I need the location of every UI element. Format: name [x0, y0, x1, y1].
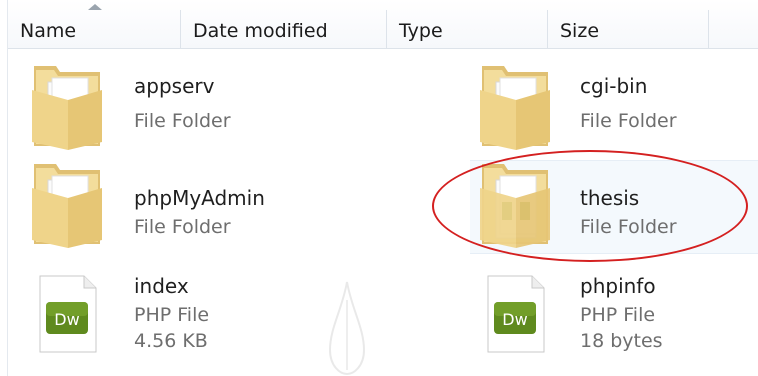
column-date-modified[interactable]: Date modified	[181, 0, 386, 48]
dw-icon-label: Dw	[502, 310, 527, 329]
item-name: phpinfo	[580, 274, 656, 298]
folder-icon	[480, 66, 550, 150]
item-size: 4.56 KB	[134, 330, 208, 352]
dreamweaver-file-icon: Dw	[39, 275, 97, 353]
item-name: index	[134, 274, 189, 298]
item-name: cgi-bin	[580, 74, 648, 98]
list-item[interactable]: phpMyAdmin File Folder	[30, 158, 330, 250]
watermark-shape	[328, 281, 366, 376]
sort-ascending-icon	[88, 4, 102, 10]
left-edge	[0, 0, 8, 376]
folder-icon	[32, 66, 102, 150]
list-item[interactable]: Dw index PHP File 4.56 KB	[30, 268, 310, 360]
list-item[interactable]: cgi-bin File Folder	[478, 60, 738, 152]
list-item[interactable]: Dw phpinfo PHP File 18 bytes	[478, 268, 738, 360]
item-type: PHP File	[580, 304, 656, 326]
item-type: File Folder	[134, 216, 231, 238]
folder-icon	[32, 164, 102, 248]
item-size: 18 bytes	[580, 330, 663, 352]
column-size[interactable]: Size	[548, 0, 708, 48]
column-size-label: Size	[560, 20, 600, 42]
item-type: PHP File	[134, 304, 210, 326]
column-type[interactable]: Type	[387, 0, 547, 48]
item-type: File Folder	[580, 110, 677, 132]
list-item[interactable]: appserv File Folder	[30, 60, 290, 152]
item-name: phpMyAdmin	[134, 186, 265, 210]
column-divider[interactable]	[708, 10, 709, 48]
column-name-label: Name	[20, 20, 77, 42]
column-header-bar: Name Date modified Type Size	[8, 0, 758, 49]
column-date-modified-label: Date modified	[193, 20, 328, 42]
dw-icon-label: Dw	[54, 310, 79, 329]
highlight-circle	[432, 150, 748, 262]
column-type-label: Type	[399, 20, 443, 42]
item-type: File Folder	[134, 110, 231, 132]
item-name: appserv	[134, 74, 215, 98]
dreamweaver-file-icon: Dw	[487, 275, 545, 353]
